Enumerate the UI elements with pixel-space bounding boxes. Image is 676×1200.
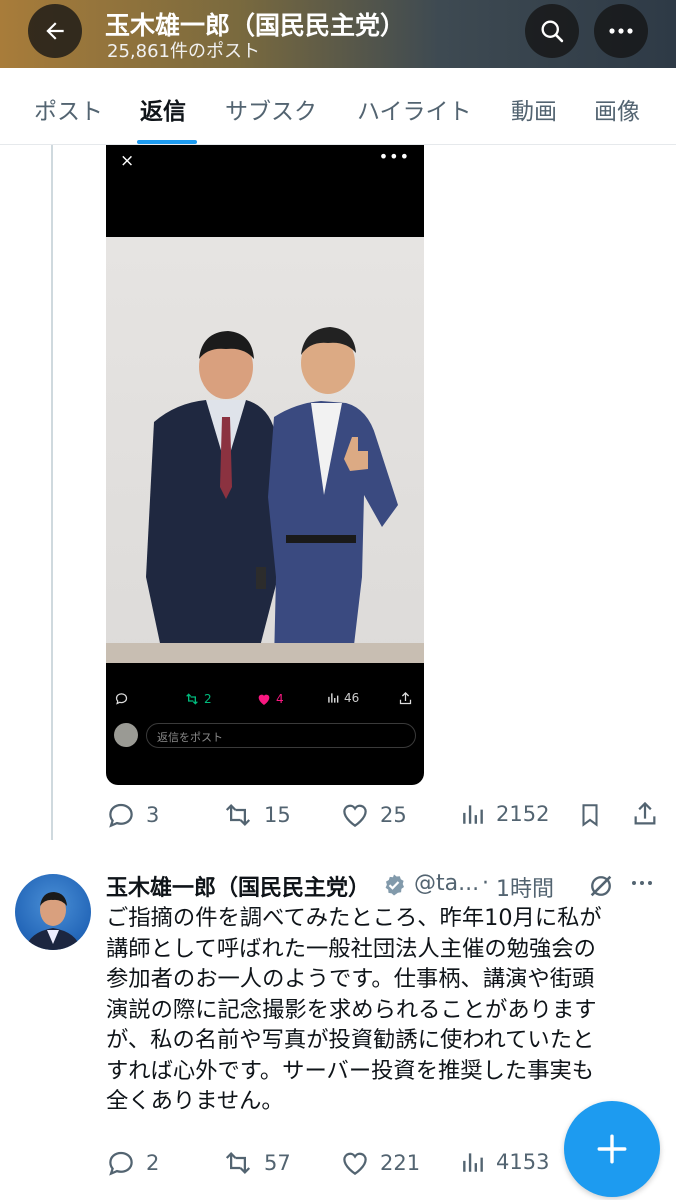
- repost-count: 57: [264, 1151, 291, 1175]
- tab-highlights[interactable]: ハイライト: [357, 92, 472, 126]
- views-icon: [328, 693, 339, 703]
- author-name[interactable]: 玉木雄一郎（国民民主党）: [106, 870, 370, 902]
- views-count: 4153: [496, 1150, 550, 1174]
- views-icon: [463, 1153, 483, 1172]
- views-button[interactable]: 2152: [460, 800, 549, 828]
- tab-images[interactable]: 画像: [594, 92, 640, 126]
- embed-reply-input: 返信をポスト: [146, 723, 416, 748]
- verified-badge-icon: [382, 873, 406, 901]
- embed-reply-bar: 返信をポスト: [114, 723, 416, 749]
- embed-like-count: 4: [276, 692, 284, 706]
- author-handle[interactable]: @ta...: [414, 871, 479, 896]
- post-text-line: 講師として呼ばれた一般社団法人主催の勉強会の: [106, 935, 596, 962]
- repost-icon: [225, 804, 251, 826]
- bookmark-icon: [582, 804, 598, 827]
- meta-separator: ·: [482, 871, 489, 896]
- like-button[interactable]: 25: [340, 800, 407, 830]
- like-count: 221: [380, 1151, 421, 1175]
- search-icon: [541, 20, 564, 43]
- share-icon: [634, 801, 656, 825]
- profile-tabs: ポスト 返信 サブスク ハイライト 動画 画像: [0, 68, 676, 145]
- search-button[interactable]: [525, 4, 579, 58]
- thread-line: [51, 145, 53, 840]
- post-text-line: ご指摘の件を調べてみたところ、昨年10月に私が: [106, 905, 602, 931]
- share-button[interactable]: [631, 800, 659, 832]
- back-button[interactable]: [28, 4, 82, 58]
- arrow-left-icon: [46, 22, 64, 40]
- like-count: 25: [380, 803, 407, 827]
- post-text: ご指摘の件を調べてみたところ、昨年10月に私が 講師として呼ばれた一般社団法人主…: [106, 903, 666, 1117]
- post-media-screenshot[interactable]: × ••• 2 4 46 返信をポスト: [106, 145, 424, 785]
- post-text-line: 参加者のお一人のようです。仕事柄、講演や街頭: [106, 966, 595, 992]
- embed-share: [398, 691, 413, 706]
- post-text-line: すれば心外です。サーバー投資を推奨した事実も: [106, 1057, 595, 1084]
- like-button[interactable]: 221: [340, 1148, 420, 1178]
- avatar[interactable]: [15, 874, 91, 950]
- repost-icon: [225, 1152, 251, 1174]
- reply-count: 2: [146, 1151, 160, 1175]
- embed-action-bar: 2 4 46: [106, 691, 424, 711]
- embed-like: 4: [256, 691, 284, 707]
- tab-posts[interactable]: ポスト: [34, 92, 103, 126]
- reply-count: 3: [146, 803, 160, 827]
- heart-icon: [343, 1152, 367, 1175]
- tab-subscriptions[interactable]: サブスク: [225, 92, 317, 126]
- more-dots-icon: •••: [378, 147, 410, 166]
- more-options-button[interactable]: [594, 4, 648, 58]
- embed-views: 46: [326, 691, 359, 705]
- bookmark-button[interactable]: [577, 801, 603, 833]
- heart-filled-icon: [258, 694, 270, 705]
- more-dots-icon: [632, 881, 652, 885]
- heart-icon: [343, 804, 367, 827]
- repost-button[interactable]: 57: [222, 1148, 291, 1178]
- tab-videos[interactable]: 動画: [511, 92, 557, 126]
- plus-icon: [597, 1134, 627, 1164]
- embed-views-count: 46: [344, 691, 360, 705]
- photo-illustration: [106, 327, 424, 663]
- share-icon: [399, 691, 412, 705]
- reply-icon: [109, 803, 133, 828]
- views-icon: [463, 805, 483, 824]
- reply-icon: [115, 693, 128, 705]
- close-icon: ×: [120, 151, 135, 171]
- retweet-icon: [186, 693, 198, 705]
- profile-header: 玉木雄一郎（国民民主党） 25,861件のポスト: [0, 0, 676, 68]
- post-text-line: が、私の名前や写真が投資勧誘に使われていたと: [106, 1027, 595, 1053]
- more-dots-icon: [609, 28, 633, 34]
- post-more-button[interactable]: [630, 871, 654, 900]
- repost-count: 15: [264, 803, 291, 827]
- embed-avatar: [114, 723, 138, 747]
- post-time[interactable]: 1時間: [496, 871, 554, 903]
- views-button[interactable]: 4153: [460, 1148, 549, 1176]
- tab-replies[interactable]: 返信: [140, 92, 186, 126]
- photo-two-men: [106, 237, 424, 663]
- views-count: 2152: [496, 802, 550, 826]
- repost-button[interactable]: 15: [222, 800, 291, 830]
- embed-retweet: 2: [184, 691, 212, 707]
- grok-button[interactable]: [587, 872, 615, 904]
- compose-button[interactable]: [564, 1101, 660, 1197]
- embed-reply: [114, 691, 129, 706]
- embed-retweet-count: 2: [204, 692, 212, 706]
- avatar-portrait: [25, 892, 81, 950]
- active-tab-indicator: [137, 140, 197, 144]
- reply-button[interactable]: 3: [106, 800, 159, 830]
- post-count: 25,861件のポスト: [107, 41, 260, 62]
- grok-icon: [590, 875, 612, 897]
- post-text-line: 演説の際に記念撮影を求められることがあります: [106, 996, 597, 1023]
- reply-button[interactable]: 2: [106, 1148, 159, 1178]
- reply-icon: [109, 1151, 133, 1176]
